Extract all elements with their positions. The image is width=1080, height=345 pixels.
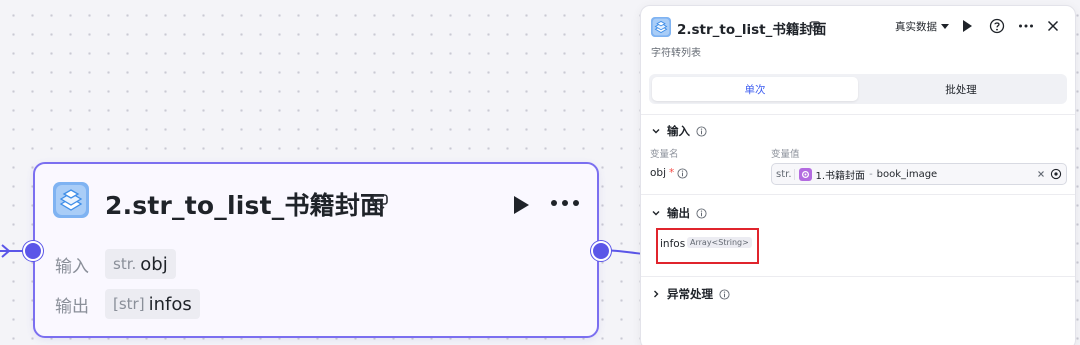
divider — [641, 276, 1075, 277]
node-input-row: 输入 str. obj — [55, 248, 176, 280]
tab-batch[interactable]: 批处理 — [858, 77, 1064, 101]
output-variable-type: Array<String> — [687, 237, 752, 248]
close-icon[interactable] — [1045, 18, 1061, 34]
panel-more-icon[interactable] — [1018, 18, 1034, 34]
panel-header: 2.str_to_list_书籍封面 字符转列表 真实数据 — [641, 6, 1075, 68]
input-section-header[interactable]: 输入 — [651, 123, 707, 139]
exception-section-header[interactable]: 异常处理 — [651, 286, 730, 302]
node-logo-icon — [53, 182, 89, 218]
more-options-icon[interactable] — [549, 198, 581, 208]
node-title: 2.str_to_list_书籍封面 — [105, 191, 386, 220]
target-icon[interactable] — [1050, 168, 1062, 180]
info-icon[interactable] — [677, 167, 688, 179]
info-icon[interactable] — [696, 207, 707, 219]
output-variable-name: infos — [660, 238, 686, 250]
variable-value-field[interactable]: str. 1.书籍封面 - book_image — [771, 163, 1067, 185]
output-section-header[interactable]: 输出 — [651, 205, 707, 221]
reference-node-name: 1.书籍封面 — [815, 170, 866, 182]
input-port[interactable] — [23, 241, 43, 261]
mode-tabs: 单次 批处理 — [649, 74, 1067, 104]
divider — [641, 194, 1075, 195]
panel-title: 2.str_to_list_书籍封面 — [677, 22, 827, 38]
chevron-down-icon — [652, 129, 660, 134]
run-node-icon[interactable] — [511, 194, 531, 216]
column-header-name: 变量名 — [650, 149, 679, 160]
column-header-value: 变量值 — [771, 149, 800, 160]
variable-name-text: obj — [650, 167, 667, 179]
variable-type: str. — [776, 168, 795, 180]
required-mark: * — [669, 167, 675, 179]
reference-separator: - — [869, 168, 873, 180]
node-input-tag: str. obj — [105, 249, 176, 279]
variable-name: obj * — [650, 167, 688, 179]
node-settings-icon[interactable] — [371, 192, 389, 212]
clear-icon[interactable] — [1037, 170, 1045, 178]
info-icon[interactable] — [719, 288, 730, 300]
output-port[interactable] — [591, 241, 611, 261]
node-output-name: infos — [148, 293, 192, 315]
panel-subtitle: 字符转列表 — [651, 48, 701, 59]
reference-field-name: book_image — [876, 168, 938, 180]
output-section-label: 输出 — [667, 206, 690, 220]
node-input-name: obj — [140, 253, 168, 275]
data-source-label: 真实数据 — [895, 21, 937, 33]
help-icon[interactable] — [989, 18, 1005, 34]
panel-settings-icon[interactable] — [809, 20, 821, 33]
info-icon[interactable] — [696, 125, 707, 137]
divider — [641, 114, 1075, 115]
panel-node-icon — [651, 17, 671, 37]
chevron-down-icon — [652, 211, 660, 216]
data-source-select[interactable]: 真实数据 — [895, 19, 949, 34]
node-output-tag: [str] infos — [105, 289, 200, 319]
input-section-label: 输入 — [667, 124, 690, 138]
caret-down-icon — [941, 23, 949, 29]
node-output-label: 输出 — [55, 296, 89, 317]
node-config-panel: 2.str_to_list_书籍封面 字符转列表 真实数据 单次 批处理 输入 … — [640, 5, 1076, 345]
run-test-icon[interactable] — [959, 18, 975, 34]
chevron-right-icon — [654, 290, 659, 298]
node-input-label: 输入 — [55, 256, 89, 277]
workflow-node[interactable]: 2.str_to_list_书籍封面 输入 str. obj 输出 [str] … — [33, 162, 599, 338]
node-output-type: [str] — [113, 295, 145, 313]
node-output-row: 输出 [str] infos — [55, 288, 200, 320]
reference-node-icon — [798, 167, 812, 181]
exception-section-label: 异常处理 — [667, 287, 713, 301]
tab-single[interactable]: 单次 — [652, 77, 858, 101]
node-input-type: str. — [113, 255, 137, 273]
